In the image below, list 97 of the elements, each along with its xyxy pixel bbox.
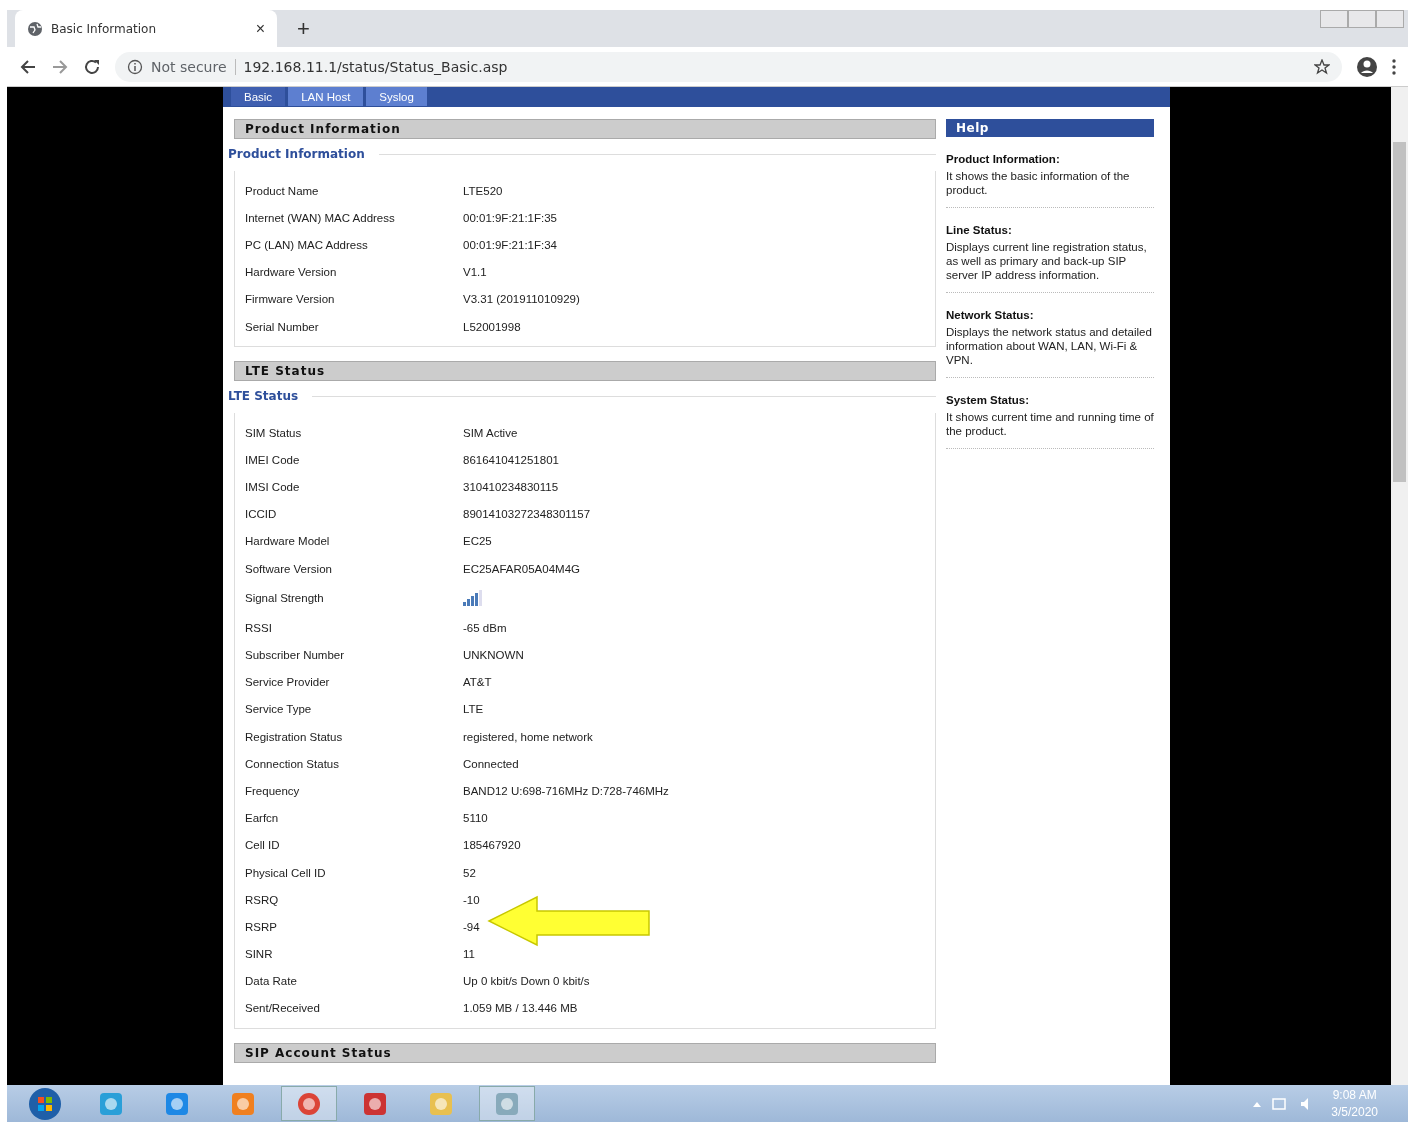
help-heading: System Status:: [946, 394, 1031, 406]
section-header: LTE Status: [234, 361, 936, 382]
field-value: BAND12 U:698-716MHz D:728-746MHz: [463, 784, 669, 797]
scrollbar[interactable]: [1391, 87, 1408, 1085]
field-label: Service Provider: [244, 676, 331, 689]
field-label: SINR: [244, 948, 274, 961]
security-label: Not secure: [151, 58, 236, 75]
field-label: RSRP: [244, 920, 278, 933]
field-label: PC (LAN) MAC Address: [244, 238, 369, 251]
start-orb-icon: [28, 1086, 62, 1121]
field-label: ICCID: [244, 508, 278, 521]
field-label: Internet (WAN) MAC Address: [244, 211, 396, 224]
field-value: EC25: [463, 535, 492, 548]
nav-tab[interactable]: Basic: [231, 87, 286, 106]
field-label: Registration Status: [244, 730, 344, 743]
field-value: V3.31 (201911010929): [463, 293, 580, 306]
field-label: SIM Status: [244, 426, 303, 439]
profile-icon[interactable]: [1356, 55, 1378, 78]
restore-button[interactable]: [1348, 10, 1376, 28]
field-value: 00:01:9F:21:1F:34: [463, 238, 557, 251]
clock-date: 3/5/2020: [1331, 1103, 1378, 1121]
field-label: RSSI: [244, 621, 273, 634]
field-label: Serial Number: [244, 320, 320, 333]
field-value: 52: [463, 866, 476, 879]
field-value: 185467920: [463, 839, 521, 852]
field-label: IMEI Code: [244, 453, 301, 466]
field-value: AT&T: [463, 676, 492, 689]
scroll-thumb[interactable]: [1393, 142, 1406, 482]
field-label: Hardware Version: [244, 266, 338, 279]
field-value: LTE520: [463, 184, 503, 197]
taskbar-app[interactable]: [479, 1086, 535, 1121]
reload-icon[interactable]: [83, 57, 101, 76]
field-label: Software Version: [244, 562, 333, 575]
section-header: SIP Account Status: [234, 1043, 936, 1064]
field-label: Service Type: [244, 703, 313, 716]
group-legend: Product Information: [228, 147, 365, 161]
field-label: Frequency: [244, 784, 301, 797]
clock-time: 9:08 AM: [1331, 1086, 1378, 1104]
nav-tab[interactable]: LAN Host: [288, 87, 364, 106]
info-icon: [127, 58, 143, 75]
help-text: Displays current line registration status, as well as primary and back-up SIP server IP address information.: [946, 240, 1148, 282]
field-value: EC25AFAR05A04M4G: [463, 562, 580, 575]
field-value: -65 dBm: [463, 621, 507, 634]
field-label: Connection Status: [244, 757, 340, 770]
help-header: Help: [946, 119, 1154, 137]
section-header: Product Information: [234, 119, 936, 139]
field-value: Up 0 kbit/s Down 0 kbit/s: [463, 975, 590, 988]
group-legend: LTE Status: [228, 389, 299, 404]
field-label: Sent/Received: [244, 1002, 321, 1015]
browser-tab[interactable]: Basic Information ×: [15, 10, 277, 47]
field-label: Signal Strength: [244, 592, 325, 605]
field-value: SIM Active: [463, 426, 518, 439]
help-text: Displays the network status and detailed information about WAN, LAN, Wi-Fi & VPN.: [946, 325, 1153, 367]
taskbar-app[interactable]: [281, 1086, 337, 1121]
field-value: 310410234830115: [463, 481, 559, 494]
field-value: UNKNOWN: [463, 649, 524, 662]
field-label: Hardware Model: [244, 535, 331, 548]
field-label: Cell ID: [244, 839, 281, 852]
field-value: V1.1: [463, 266, 487, 279]
field-value: -10: [463, 893, 480, 906]
help-text: It shows the basic information of the product.: [946, 169, 1131, 197]
field-label: Physical Cell ID: [244, 866, 327, 879]
globe-icon: [27, 20, 43, 37]
field-value: 00:01:9F:21:1F:35: [463, 211, 557, 224]
url-text: 192.168.11.1/status/Status_Basic.asp: [243, 58, 509, 75]
field-label: Subscriber Number: [244, 649, 346, 662]
field-value: -94: [463, 920, 480, 933]
minimize-button[interactable]: [1320, 10, 1348, 28]
field-label: Firmware Version: [244, 293, 336, 306]
field-label: RSRQ: [244, 893, 280, 906]
field-label: Data Rate: [244, 975, 298, 988]
field-value: 1.059 MB / 13.446 MB: [463, 1002, 578, 1015]
field-label: IMSI Code: [244, 481, 301, 494]
help-heading: Network Status:: [946, 309, 1035, 321]
field-value: 861641041251801: [463, 453, 559, 466]
star-icon[interactable]: [1314, 58, 1330, 75]
signal-strength-icon: [463, 590, 483, 607]
field-value: L52001998: [463, 320, 521, 333]
nav-tab[interactable]: Syslog: [366, 87, 427, 106]
field-value: 89014103272348301157: [463, 508, 591, 521]
field-value: 5110: [463, 812, 488, 825]
field-value: Connected: [463, 757, 519, 770]
help-heading: Line Status:: [946, 224, 1013, 236]
close-window-button[interactable]: [1376, 10, 1404, 28]
back-icon[interactable]: [19, 57, 37, 76]
field-value: 11: [463, 948, 475, 961]
close-tab-button[interactable]: ×: [255, 19, 265, 38]
field-label: Earfcn: [244, 812, 280, 825]
new-tab-button[interactable]: +: [291, 15, 316, 43]
field-value: registered, home network: [463, 730, 593, 743]
field-label: Product Name: [244, 184, 320, 197]
field-value: LTE: [463, 703, 484, 716]
menu-icon[interactable]: [1392, 58, 1396, 75]
forward-icon[interactable]: [51, 57, 69, 76]
help-text: It shows current time and running time of the product.: [946, 410, 1154, 438]
help-heading: Product Information:: [946, 153, 1061, 165]
address-bar[interactable]: Not secure 192.168.11.1/status/Status_Basic.asp: [115, 51, 1342, 82]
